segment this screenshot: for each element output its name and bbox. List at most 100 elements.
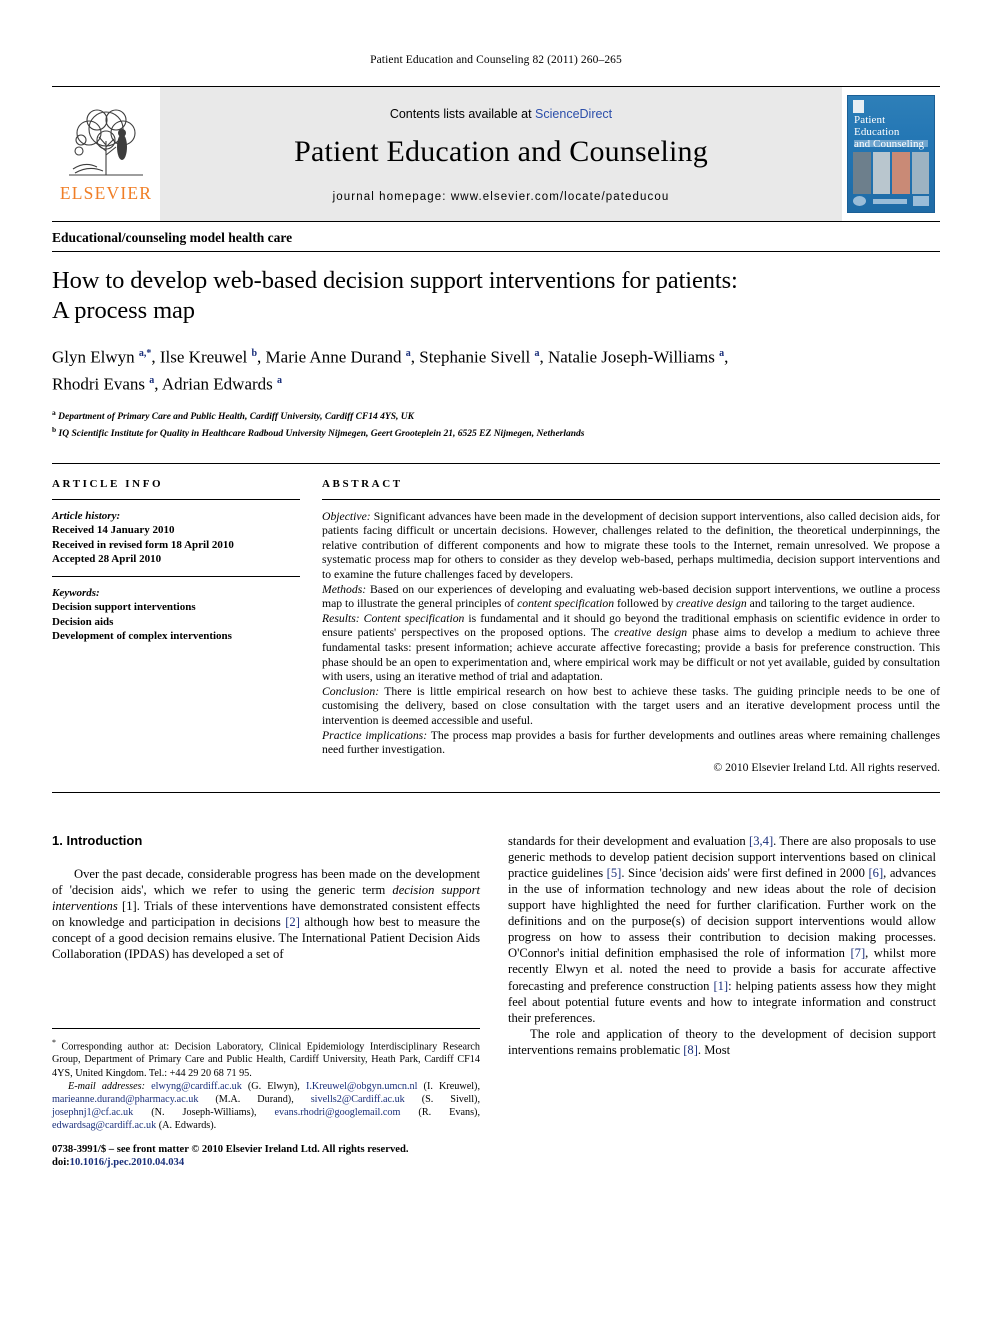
abstract-objective-text: Significant advances have been made in t… xyxy=(322,509,940,581)
abstract-methods-text-3: and tailoring to the target audience. xyxy=(746,597,915,611)
right-text-c: . Since 'decision aids' were first defin… xyxy=(621,865,869,880)
cover-footer-logos xyxy=(853,195,929,207)
email-link[interactable]: marieanne.durand@pharmacy.ac.uk xyxy=(52,1094,198,1105)
imprint-doi: doi:10.1016/j.pec.2010.04.034 xyxy=(52,1156,480,1170)
corresponding-author-note: * Corresponding author at: Decision Labo… xyxy=(52,1036,480,1080)
email-link[interactable]: josephnj1@cf.ac.uk xyxy=(52,1107,133,1118)
keyword-item: Decision aids xyxy=(52,615,114,628)
affiliation-a: a Department of Primary Care and Public … xyxy=(52,408,414,423)
abstract-conclusion-label: Conclusion: xyxy=(322,684,380,698)
abstract-objective: Objective: Significant advances have bee… xyxy=(322,510,940,583)
divider xyxy=(322,498,940,500)
page-title: How to develop web-based decision suppor… xyxy=(52,266,940,326)
abstract-practice-label: Practice implications: xyxy=(322,728,428,742)
abstract-results-em-2: creative design xyxy=(614,626,688,640)
abstract-methods-em-1: content specification xyxy=(517,597,615,611)
affiliation-b: b IQ Scientific Institute for Quality in… xyxy=(52,424,585,440)
affiliation-list: a Department of Primary Care and Public … xyxy=(52,407,940,440)
email-owner: (N. Joseph-Williams), xyxy=(133,1107,275,1119)
body-columns: 1. Introduction Over the past decade, co… xyxy=(52,832,940,1168)
body-column-left: 1. Introduction Over the past decade, co… xyxy=(52,832,480,1168)
email-owner: (M.A. Durand), xyxy=(198,1093,311,1105)
email-owner: (S. Sivell), xyxy=(404,1093,480,1105)
abstract-methods: Methods: Based on our experiences of dev… xyxy=(322,583,940,612)
journal-article-page: Patient Education and Counseling 82 (201… xyxy=(0,0,992,1323)
article-history-item: Received 14 January 2010 xyxy=(52,524,175,537)
doi-link[interactable]: 10.1016/j.pec.2010.04.034 xyxy=(70,1157,184,1168)
journal-banner: Contents lists available at ScienceDirec… xyxy=(160,87,842,221)
citation-link-6[interactable]: [6] xyxy=(868,866,883,880)
introduction-heading: 1. Introduction xyxy=(52,832,143,848)
sciencedirect-link[interactable]: ScienceDirect xyxy=(535,107,612,121)
email-link[interactable]: elwyng@cardiff.ac.uk xyxy=(151,1081,242,1092)
citation-link-3-4[interactable]: [3,4] xyxy=(749,834,773,848)
email-owner: (G. Elwyn), xyxy=(241,1080,306,1092)
journal-homepage-link[interactable]: journal homepage: www.elsevier.com/locat… xyxy=(333,191,670,203)
imprint-front-matter: 0738-3991/$ – see front matter © 2010 El… xyxy=(52,1143,409,1155)
intro-paragraph-right-1: standards for their development and eval… xyxy=(508,833,936,1026)
abstract-results-label: Results: xyxy=(322,611,360,625)
citation-link-1[interactable]: [1] xyxy=(713,979,728,993)
abstract-methods-em-2: creative design xyxy=(676,597,747,611)
article-history-item: Received in revised form 18 April 2010 xyxy=(52,538,234,551)
email-owner: (I. Kreuwel), xyxy=(417,1080,480,1092)
email-addresses-label: E-mail addresses: xyxy=(68,1080,146,1092)
right-text-a: standards for their development and eval… xyxy=(508,833,750,848)
running-head: Patient Education and Counseling 82 (201… xyxy=(370,54,622,66)
citation-link-2[interactable]: [2] xyxy=(285,915,300,929)
article-title-line1: How to develop web-based decision suppor… xyxy=(52,267,738,294)
abstract-conclusion-text: There is little empirical research on ho… xyxy=(322,684,940,727)
intro-paragraph-left: Over the past decade, considerable progr… xyxy=(52,866,480,963)
elsevier-wordmark: ELSEVIER xyxy=(59,182,153,203)
abstract-methods-text-2: followed by xyxy=(614,597,677,611)
citation-link-5[interactable]: [5] xyxy=(607,866,622,880)
email-link[interactable]: sivells2@Cardiff.ac.uk xyxy=(311,1094,405,1105)
journal-masthead: ELSEVIER Contents lists available at Sci… xyxy=(52,86,940,222)
intro-paragraph-right-2: The role and application of theory to th… xyxy=(508,1026,936,1058)
citation-link-7[interactable]: [7] xyxy=(850,946,865,960)
body-column-right: standards for their development and eval… xyxy=(508,833,936,1058)
abstract-copyright: © 2010 Elsevier Ireland Ltd. All rights … xyxy=(713,760,940,774)
contents-available-line: Contents lists available at ScienceDirec… xyxy=(390,107,612,121)
asterisk-marker: * xyxy=(52,1037,56,1047)
cover-elsevier-icon xyxy=(853,100,864,113)
email-link[interactable]: edwardsag@cardiff.ac.uk xyxy=(52,1120,156,1131)
article-title-line2: A process map xyxy=(52,297,195,324)
journal-section-heading: Educational/counseling model health care xyxy=(52,222,940,252)
email-link[interactable]: I.Kreuwel@obgyn.umcn.nl xyxy=(306,1081,418,1092)
article-history-label: Article history: xyxy=(52,509,121,522)
affiliation-b-text: IQ Scientific Institute for Quality in H… xyxy=(58,429,585,440)
abstract-practice-implications: Practice implications: The process map p… xyxy=(322,729,940,758)
keyword-item: Development of complex interventions xyxy=(52,630,232,643)
doi-label: doi: xyxy=(52,1157,70,1169)
keyword-item: Decision support interventions xyxy=(52,601,196,614)
email-link[interactable]: evans.rhodri@googlemail.com xyxy=(275,1107,401,1118)
abstract-label: ABSTRACT xyxy=(322,477,403,490)
abstract-column: ABSTRACT Objective: Significant advances… xyxy=(322,478,940,776)
article-info-column: ARTICLE INFO Article history: Received 1… xyxy=(52,478,322,776)
imprint-block: 0738-3991/$ – see front matter © 2010 El… xyxy=(52,1143,480,1170)
abstract-results-em-1: Content specification xyxy=(359,611,465,625)
contents-prefix: Contents lists available at xyxy=(389,107,532,121)
email-addresses-note: E-mail addresses: elwyng@cardiff.ac.uk (… xyxy=(52,1080,480,1133)
abstract-results: Results: Content specification is fundam… xyxy=(322,612,940,685)
article-history-item: Accepted 28 April 2010 xyxy=(52,553,162,566)
footnote-block: * Corresponding author at: Decision Labo… xyxy=(52,1027,480,1133)
cover-image: Patient Education and Counseling xyxy=(847,95,935,213)
divider xyxy=(52,498,300,500)
divider xyxy=(52,575,300,577)
abstract-methods-label: Methods: xyxy=(322,582,367,596)
article-info-label: ARTICLE INFO xyxy=(52,477,164,490)
author-list: Glyn Elwyn a,*, Ilse Kreuwel b, Marie An… xyxy=(52,347,729,394)
journal-cover-thumbnail: Patient Education and Counseling xyxy=(842,87,940,221)
keywords-label: Keywords: xyxy=(52,586,100,599)
abstract-objective-label: Objective: xyxy=(322,509,371,523)
title-block: How to develop web-based decision suppor… xyxy=(52,252,940,441)
right2-text-b: . Most xyxy=(697,1042,731,1057)
email-owner: (R. Evans), xyxy=(400,1107,480,1119)
citation-link-8[interactable]: [8] xyxy=(683,1043,698,1057)
corresponding-author-text: Corresponding author at: Decision Labora… xyxy=(52,1041,481,1079)
elsevier-logo: ELSEVIER xyxy=(52,87,160,221)
cover-subtitle-bar xyxy=(854,140,928,147)
elsevier-tree-icon xyxy=(69,108,143,176)
